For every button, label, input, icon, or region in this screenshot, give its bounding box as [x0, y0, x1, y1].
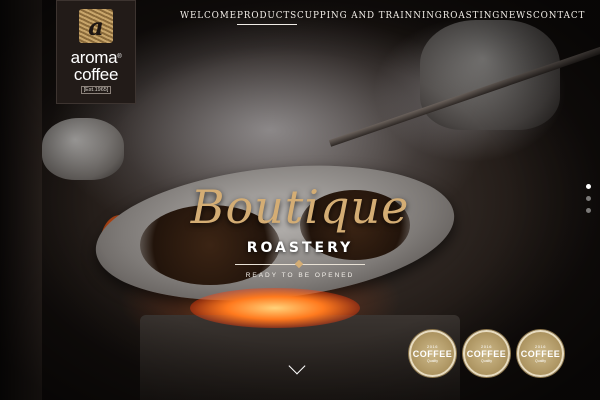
- award-badge: 2016 COFFEE Quality: [517, 330, 564, 377]
- nav-item-welcome[interactable]: WELCOME: [180, 11, 237, 25]
- badge-word: COFFEE: [466, 349, 507, 359]
- nav-item-roasting[interactable]: ROASTING: [443, 11, 500, 25]
- nav-item-news[interactable]: NEWS: [500, 11, 533, 25]
- logo-text-aroma: aroma®: [70, 48, 122, 67]
- badge-word: COFFEE: [520, 349, 561, 359]
- nav-item-cupping[interactable]: CUPPING AND TRAINNING: [297, 11, 443, 25]
- slider-dot[interactable]: [586, 184, 591, 189]
- hero-divider: [235, 264, 365, 265]
- award-badge: 2016 COFFEE Quality: [409, 330, 456, 377]
- badge-sub: Quality: [427, 359, 438, 363]
- slider-dots: [586, 184, 591, 213]
- award-badge: 2016 COFFEE Quality: [463, 330, 510, 377]
- hero-title: Boutique: [190, 180, 410, 234]
- badge-word: COFFEE: [412, 349, 453, 359]
- hero-subtitle: ROASTERY: [246, 240, 354, 256]
- main-nav: WELCOME PRODUCTS CUPPING AND TRAINNING R…: [180, 11, 584, 25]
- badge-sub: Quality: [535, 359, 546, 363]
- slider-dot[interactable]: [586, 196, 591, 201]
- logo-mark-icon: a: [79, 9, 113, 43]
- award-badges: 2016 COFFEE Quality 2016 COFFEE Quality …: [409, 330, 564, 377]
- badge-sub: Quality: [481, 359, 492, 363]
- hero-tagline: READY TO BE OPENED: [245, 272, 355, 279]
- logo-established: [Est.1965]: [80, 86, 112, 94]
- brand-logo[interactable]: a aroma® coffee [Est.1965]: [56, 0, 136, 104]
- logo-text-coffee: coffee: [73, 65, 119, 84]
- slider-dot[interactable]: [586, 208, 591, 213]
- nav-item-products[interactable]: PRODUCTS: [236, 11, 298, 25]
- nav-item-contact[interactable]: CONTACT: [533, 11, 585, 25]
